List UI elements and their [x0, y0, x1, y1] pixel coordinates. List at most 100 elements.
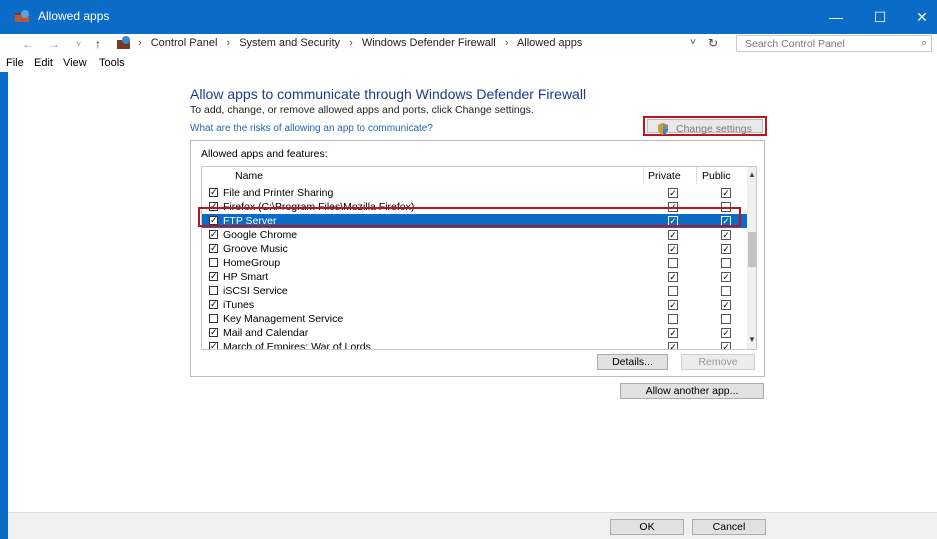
public-checkbox[interactable]: ✓	[721, 300, 731, 310]
public-checkbox[interactable]: ✓	[721, 328, 731, 338]
app-name: March of Empires: War of Lords	[223, 341, 371, 350]
private-checkbox[interactable]: ✓	[668, 328, 678, 338]
title-bar: Allowed apps — ☐ ✕	[0, 0, 937, 34]
breadcrumb-separator: ›	[226, 37, 231, 49]
app-name: Google Chrome	[223, 229, 298, 241]
private-checkbox[interactable]	[668, 314, 678, 324]
up-button[interactable]: ↑	[95, 36, 101, 52]
breadcrumb-allowed-apps[interactable]: Allowed apps	[517, 37, 582, 49]
public-checkbox[interactable]: ✓	[721, 272, 731, 282]
list-item[interactable]: ✓ Google Chrome ✓ ✓	[202, 228, 747, 242]
column-divider	[643, 167, 644, 184]
list-item[interactable]: ✓ iTunes ✓ ✓	[202, 298, 747, 312]
app-enabled-checkbox[interactable]: ✓	[209, 188, 218, 197]
selected-row-highlight	[198, 207, 741, 227]
address-dropdown-button[interactable]: ˅	[690, 37, 696, 48]
app-enabled-checkbox[interactable]: ✓	[209, 244, 218, 253]
public-checkbox[interactable]	[721, 258, 731, 268]
column-header-name[interactable]: Name	[235, 170, 263, 182]
app-name: iSCSI Service	[223, 285, 288, 297]
app-enabled-checkbox[interactable]	[209, 314, 218, 323]
page-title: Allow apps to communicate through Window…	[190, 86, 587, 102]
window-left-edge	[0, 72, 8, 539]
app-name: HomeGroup	[223, 257, 281, 269]
app-enabled-checkbox[interactable]: ✓	[209, 342, 218, 349]
app-name: HP Smart	[223, 271, 269, 283]
cancel-button[interactable]: Cancel	[692, 519, 766, 535]
breadcrumb-system-and-security[interactable]: System and Security	[239, 37, 340, 49]
list-item[interactable]: Key Management Service	[202, 312, 747, 326]
menu-edit[interactable]: Edit	[34, 57, 53, 69]
breadcrumb-control-panel[interactable]: Control Panel	[151, 37, 218, 49]
list-item[interactable]: ✓ HP Smart ✓ ✓	[202, 270, 747, 284]
private-checkbox[interactable]: ✓	[668, 342, 678, 349]
address-bar: ← → ˅ ↑ › Control Panel › System and Sec…	[0, 34, 937, 54]
refresh-button[interactable]: ↻	[708, 36, 718, 50]
private-checkbox[interactable]: ✓	[668, 300, 678, 310]
app-name: File and Printer Sharing	[223, 187, 334, 199]
app-name: iTunes	[223, 299, 255, 311]
column-header-public[interactable]: Public	[702, 170, 731, 182]
search-icon[interactable]: ⌕	[921, 37, 927, 50]
menu-bar: File Edit View Tools	[0, 56, 937, 72]
public-checkbox[interactable]: ✓	[721, 342, 731, 349]
maximize-button[interactable]: ☐	[857, 0, 903, 34]
ok-button[interactable]: OK	[610, 519, 684, 535]
menu-file[interactable]: File	[6, 57, 24, 69]
forward-button[interactable]: →	[48, 36, 60, 52]
minimize-button[interactable]: —	[813, 0, 859, 34]
list-item[interactable]: HomeGroup	[202, 256, 747, 270]
control-panel-icon	[116, 35, 132, 53]
public-checkbox[interactable]: ✓	[721, 230, 731, 240]
breadcrumb-separator: ›	[349, 37, 353, 49]
private-checkbox[interactable]: ✓	[668, 244, 678, 254]
private-checkbox[interactable]: ✓	[668, 272, 678, 282]
list-item[interactable]: iSCSI Service	[202, 284, 747, 298]
public-checkbox[interactable]	[721, 286, 731, 296]
list-scrollbar[interactable]: ▲ ▼	[747, 167, 756, 349]
menu-tools[interactable]: Tools	[99, 57, 125, 69]
search-input[interactable]: Search Control Panel ⌕	[736, 35, 932, 52]
app-enabled-checkbox[interactable]: ✓	[209, 230, 218, 239]
public-checkbox[interactable]: ✓	[721, 244, 731, 254]
allow-another-app-button[interactable]: Allow another app...	[620, 383, 764, 399]
breadcrumb: › Control Panel › System and Security › …	[138, 37, 588, 49]
column-header-private[interactable]: Private	[648, 170, 681, 182]
back-button[interactable]: ←	[22, 36, 34, 52]
breadcrumb-separator: ›	[504, 37, 509, 49]
private-checkbox[interactable]: ✓	[668, 188, 678, 198]
column-divider	[696, 167, 697, 184]
risks-link[interactable]: What are the risks of allowing an app to…	[190, 123, 433, 134]
allowed-apps-list[interactable]: Name Private Public ▲ ▼ ✓ File and Printe…	[201, 166, 757, 350]
scroll-thumb[interactable]	[748, 232, 756, 267]
private-checkbox[interactable]	[668, 258, 678, 268]
details-button[interactable]: Details...	[597, 354, 668, 370]
app-enabled-checkbox[interactable]	[209, 286, 218, 295]
dialog-footer	[8, 512, 937, 539]
private-checkbox[interactable]: ✓	[668, 230, 678, 240]
app-enabled-checkbox[interactable]: ✓	[209, 300, 218, 309]
public-checkbox[interactable]: ✓	[721, 188, 731, 198]
app-enabled-checkbox[interactable]: ✓	[209, 272, 218, 281]
public-checkbox[interactable]	[721, 314, 731, 324]
search-placeholder: Search Control Panel	[745, 38, 845, 50]
page-subtitle: To add, change, or remove allowed apps a…	[190, 104, 534, 116]
panel-title: Allowed apps and features:	[201, 148, 328, 160]
list-item[interactable]: ✓ File and Printer Sharing ✓ ✓	[202, 186, 747, 200]
scroll-down-icon[interactable]: ▼	[748, 335, 756, 344]
list-item[interactable]: ✓ Groove Music ✓ ✓	[202, 242, 747, 256]
allowed-apps-panel: Allowed apps and features: Name Private …	[190, 140, 765, 377]
scroll-up-icon[interactable]: ▲	[748, 170, 756, 179]
close-button[interactable]: ✕	[899, 0, 937, 34]
remove-button[interactable]: Remove	[681, 354, 755, 370]
change-settings-button[interactable]: Change settings	[643, 116, 767, 136]
list-item[interactable]: ✓ Mail and Calendar ✓ ✓	[202, 326, 747, 340]
menu-view[interactable]: View	[63, 57, 87, 69]
app-enabled-checkbox[interactable]	[209, 258, 218, 267]
recent-locations-button[interactable]: ˅	[76, 36, 81, 52]
private-checkbox[interactable]	[668, 286, 678, 296]
breadcrumb-windows-defender-firewall[interactable]: Windows Defender Firewall	[362, 37, 496, 49]
app-name: Groove Music	[223, 243, 288, 255]
list-item[interactable]: ✓ March of Empires: War of Lords ✓ ✓	[202, 340, 747, 350]
app-enabled-checkbox[interactable]: ✓	[209, 328, 218, 337]
